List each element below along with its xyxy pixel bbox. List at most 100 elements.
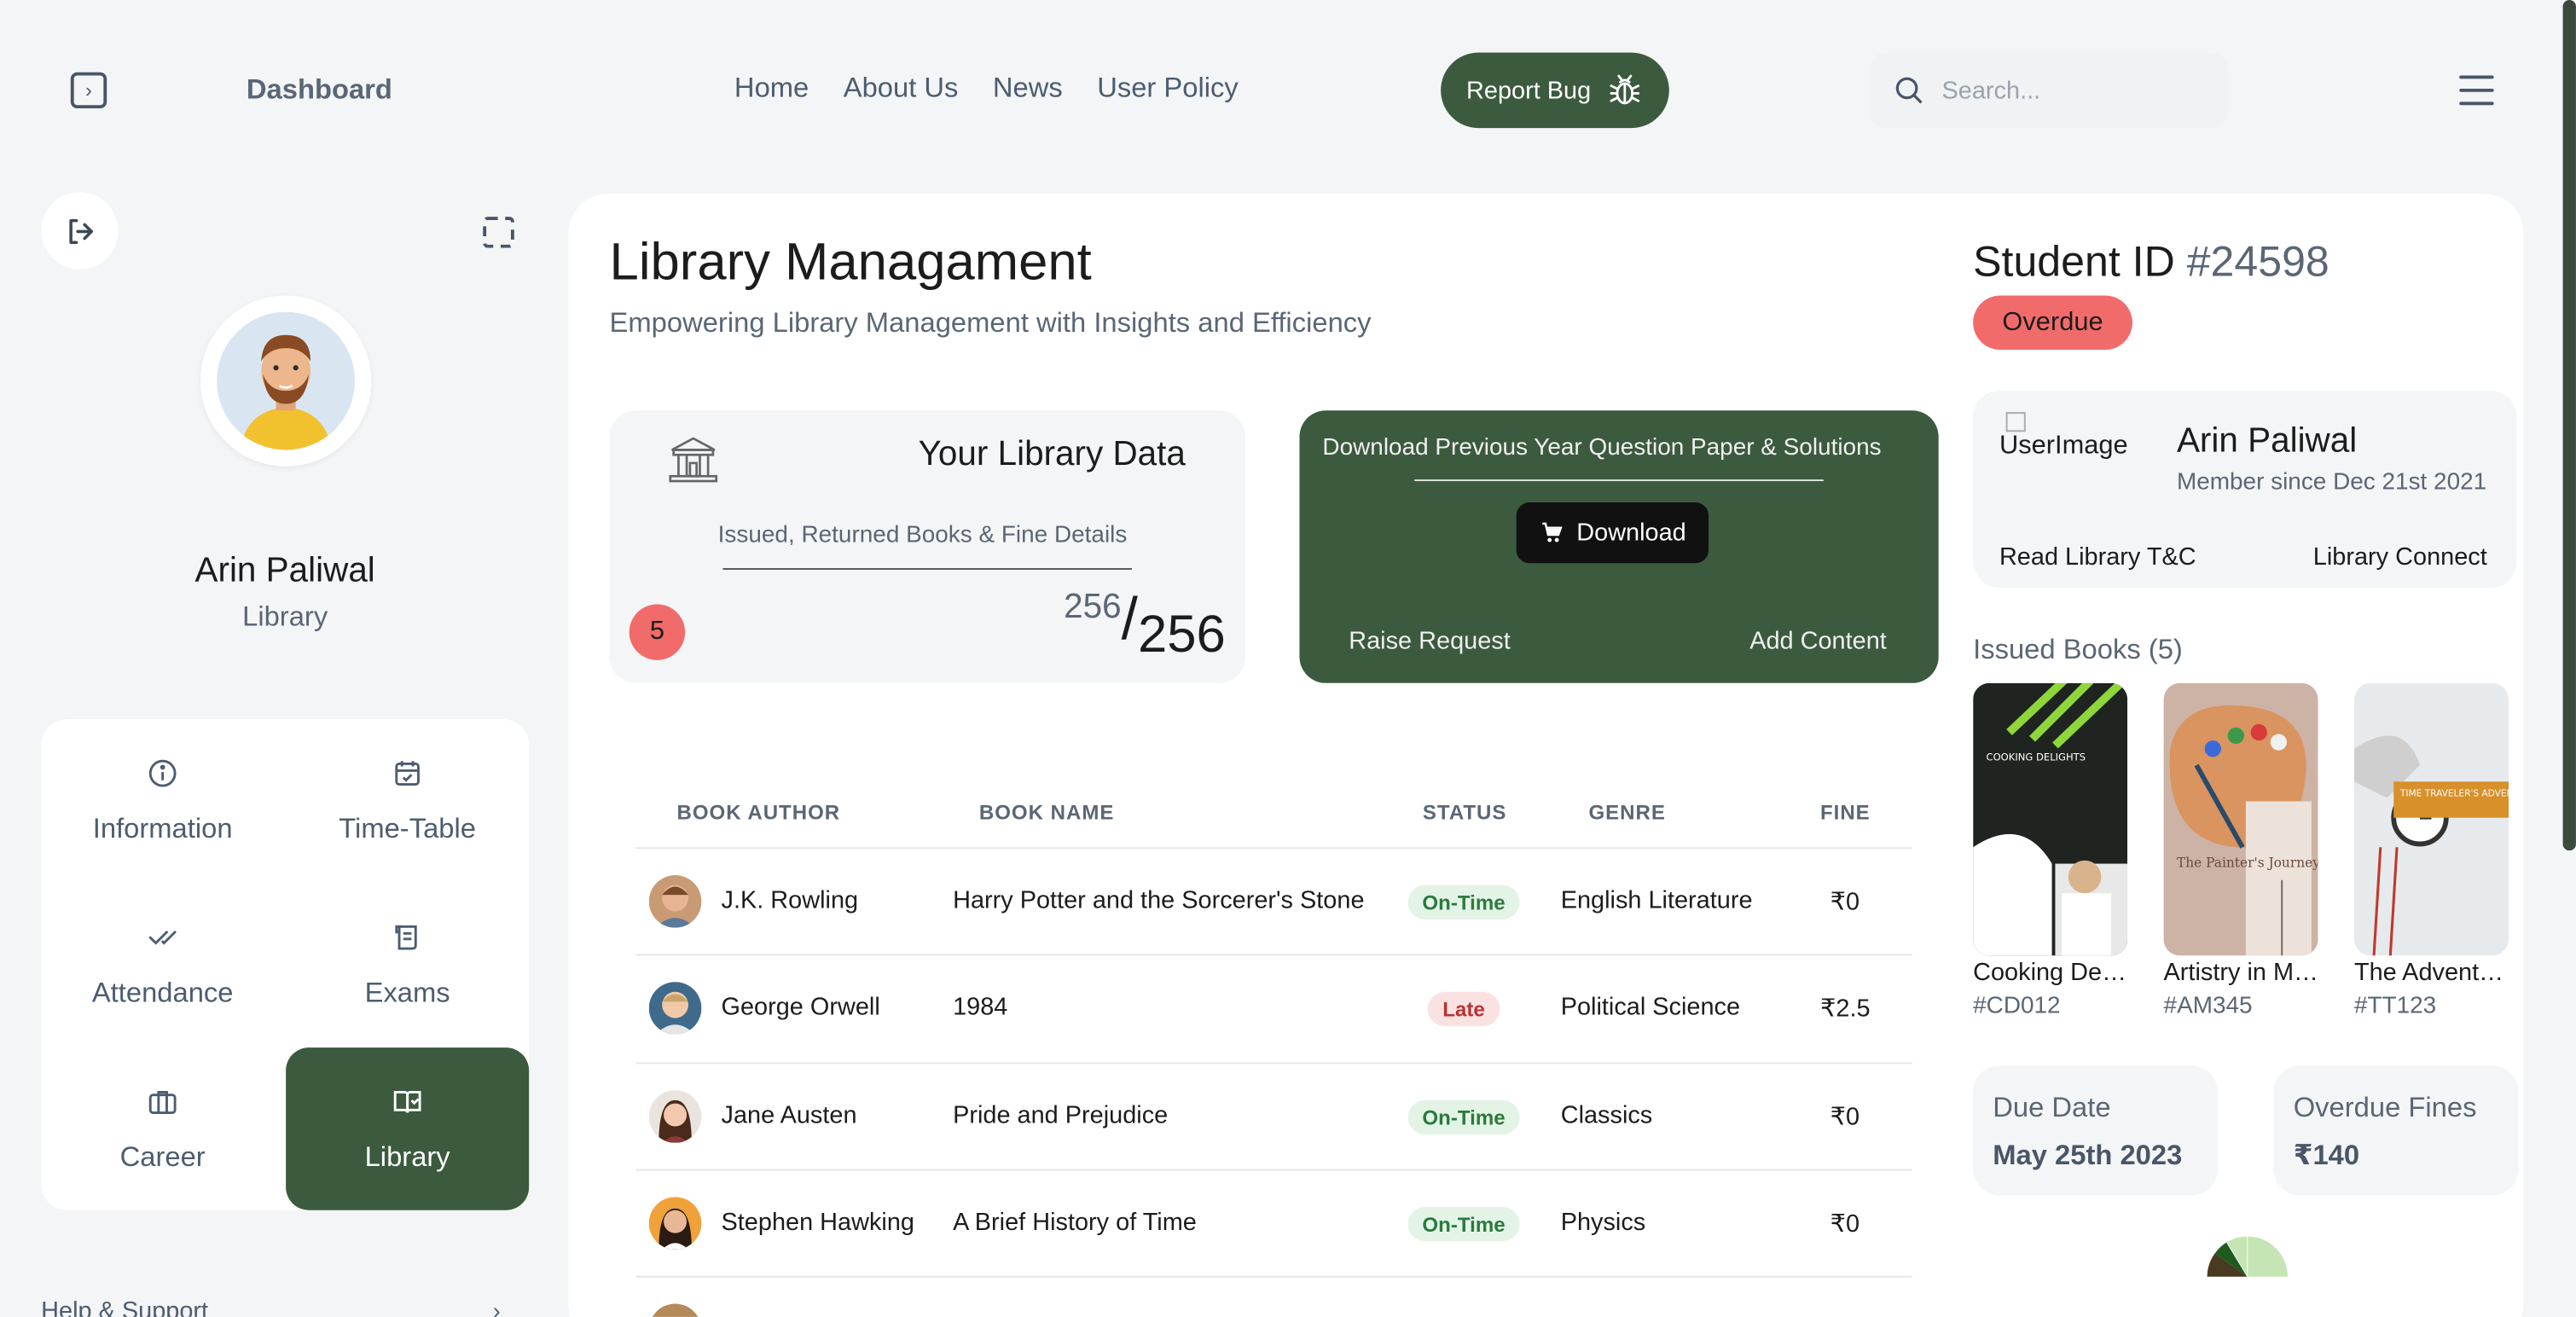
calendar-icon	[395, 760, 420, 785]
author-avatar	[648, 875, 702, 928]
sidebar-item-library[interactable]: Library	[286, 1047, 530, 1210]
author-avatar	[648, 1197, 702, 1250]
hamburger-menu-icon[interactable]	[2459, 75, 2494, 106]
book-name: A Brief History of Time	[953, 1208, 1197, 1237]
nav-home[interactable]: Home	[734, 73, 809, 106]
due-date-label: Due Date	[1993, 1092, 2111, 1123]
overdue-fines-card	[2273, 1065, 2519, 1196]
broken-image-icon	[2005, 412, 2026, 432]
search-bar	[1869, 52, 2228, 129]
genre: Physics	[1560, 1208, 1646, 1237]
sidebar-item-label: Exams	[364, 976, 450, 1007]
add-content-link[interactable]: Add Content	[1749, 627, 1887, 655]
sidebar-item-label: Time-Table	[339, 811, 476, 844]
cover-text-line: The Painter's Journey	[2177, 855, 2318, 870]
sidebar-item-exams[interactable]: Exams	[286, 884, 529, 1047]
book-title: Cooking Delights	[1973, 959, 2131, 987]
column-header-book-name[interactable]: BOOK NAME	[979, 801, 1114, 824]
overdue-fines-label: Overdue Fines	[2293, 1092, 2477, 1123]
author-name: Jane Austen	[721, 1101, 857, 1130]
logout-button[interactable]	[41, 192, 119, 270]
issued-books-title: Issued Books (5)	[1973, 634, 2183, 665]
divider	[635, 847, 1912, 850]
sidebar-item-label: Career	[119, 1140, 206, 1172]
page-title: Library Managament	[609, 231, 1092, 291]
cover-text-line: TIME TRAVELER'S ADVENTURE	[2399, 789, 2509, 799]
student-id-value: #24598	[2186, 236, 2329, 286]
exam-icon	[395, 924, 417, 949]
book-code: #AM345	[2163, 993, 2253, 1020]
genre: English Literature	[1560, 886, 1753, 915]
issued-count-badge: 5	[629, 604, 686, 660]
download-card-title: Download Previous Year Question Paper & …	[1322, 435, 1882, 461]
library-building-icon	[669, 437, 718, 483]
help-support-link[interactable]: Help & Support	[41, 1297, 208, 1317]
author-name: J.K. Rowling	[721, 886, 859, 915]
sidebar-item-time-table[interactable]: Time-Table	[286, 719, 529, 882]
status-badge: Late	[1427, 991, 1500, 1027]
brand-title: Dashboard	[246, 73, 392, 106]
book-cover[interactable]: The Painter's Journey	[2163, 682, 2318, 956]
divider	[635, 1275, 1912, 1278]
user-role: Library	[242, 600, 328, 633]
library-connect-link[interactable]: Library Connect	[2313, 543, 2487, 571]
divider	[635, 1062, 1912, 1065]
search-input[interactable]	[1941, 76, 2205, 105]
book-cover[interactable]: COOKING DELIGHTS	[1973, 682, 2128, 956]
info-icon	[148, 758, 177, 786]
nav-user-policy[interactable]: User Policy	[1097, 73, 1239, 106]
sidebar-item-label: Attendance	[91, 976, 234, 1007]
author-name: Stephen Hawking	[721, 1208, 914, 1237]
book-title: Artistry in Motion	[2163, 959, 2322, 987]
sidebar-item-information[interactable]: Information	[41, 719, 284, 882]
briefcase-icon	[148, 1090, 177, 1113]
column-header-genre[interactable]: GENRE	[1588, 801, 1665, 824]
overdue-fines-value: ₹140	[2293, 1139, 2360, 1171]
pie-slice	[2247, 1236, 2288, 1277]
status-badge: On-Time	[1407, 1206, 1520, 1242]
fine: ₹0	[1830, 1103, 1860, 1132]
fines-pie-chart	[2207, 1236, 2288, 1277]
select-area-icon[interactable]	[483, 217, 514, 248]
fine: ₹0	[1830, 888, 1860, 917]
bug-icon	[1610, 74, 1640, 105]
total-count: 256	[1137, 604, 1226, 664]
count-separator: /	[1121, 584, 1138, 653]
divider	[635, 1169, 1912, 1171]
book-count: 256 / 256	[1064, 584, 1226, 664]
column-header-fine[interactable]: FINE	[1820, 801, 1871, 824]
library-terms-link[interactable]: Read Library T&C	[1999, 543, 2196, 571]
divider	[635, 954, 1912, 956]
book-title: The Adventure	[2353, 959, 2512, 987]
book-code: #TT123	[2353, 993, 2437, 1020]
nav-about-us[interactable]: About Us	[844, 73, 959, 106]
page-scrollbar[interactable]	[2562, 0, 2576, 851]
avatar-illustration-icon	[217, 311, 356, 450]
member-name: Arin Paliwal	[2176, 421, 2358, 460]
download-label: Download	[1576, 519, 1686, 548]
user-image: UserImage	[1999, 412, 2128, 461]
download-button[interactable]: Download	[1516, 502, 1709, 564]
sidebar-item-career[interactable]: Career	[41, 1047, 284, 1210]
fine: ₹0	[1830, 1210, 1860, 1239]
book-name: Harry Potter and the Sorcerer's Stone	[953, 886, 1365, 915]
sidebar-item-label: Library	[364, 1140, 450, 1172]
library-data-subtitle: Issued, Returned Books & Fine Details	[717, 522, 1128, 548]
status-badge: Overdue	[1973, 295, 2132, 351]
library-data-title: Your Library Data	[918, 435, 1186, 473]
report-bug-button[interactable]: Report Bug	[1441, 52, 1669, 129]
sidebar-toggle-button[interactable]: ›	[70, 72, 107, 109]
book-name: 1984	[953, 993, 1008, 1022]
sidebar-item-attendance[interactable]: Attendance	[41, 884, 284, 1047]
double-check-icon	[148, 930, 177, 944]
nav-news[interactable]: News	[993, 73, 1063, 106]
raise-request-link[interactable]: Raise Request	[1349, 627, 1511, 655]
sidebar-menu: Information Time-Table Attendance Exams …	[41, 719, 530, 1210]
book-cover[interactable]: TIME TRAVELER'S ADVENTURE	[2353, 682, 2509, 956]
due-date-card	[1973, 1065, 2219, 1196]
column-header-author[interactable]: BOOK AUTHOR	[677, 801, 841, 824]
chevron-right-icon: ›	[85, 78, 92, 102]
cover-text-line: COOKING DELIGHTS	[1987, 751, 2086, 763]
returned-count: 256	[1064, 588, 1122, 626]
column-header-status[interactable]: STATUS	[1423, 801, 1507, 824]
